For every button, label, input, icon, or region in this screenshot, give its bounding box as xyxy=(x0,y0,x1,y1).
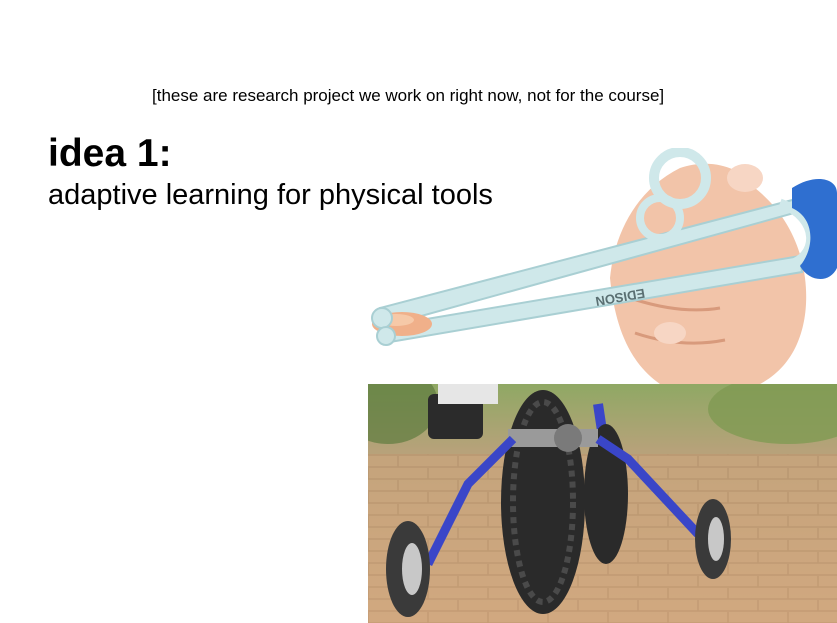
bike-illustration xyxy=(368,384,837,623)
research-note: [these are research project we work on r… xyxy=(152,86,665,105)
idea-subtitle: adaptive learning for physical tools xyxy=(48,179,493,211)
bike-training-wheels-photo xyxy=(368,384,837,623)
idea-title: idea 1: xyxy=(48,132,172,175)
